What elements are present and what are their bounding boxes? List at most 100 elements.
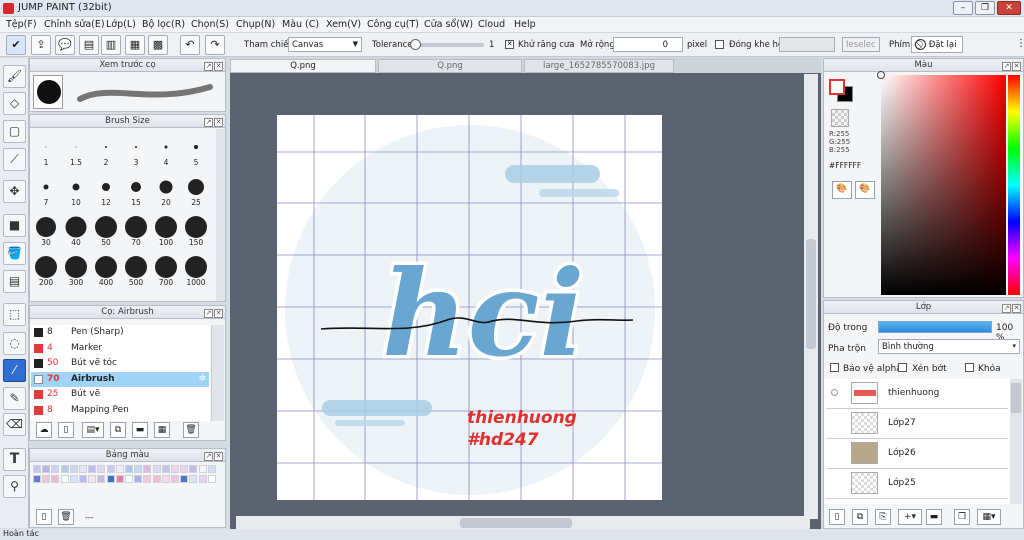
menu-color[interactable]: Màu (C) — [282, 19, 319, 30]
palette-swatch[interactable] — [79, 475, 87, 483]
brush-size-option[interactable]: 50 — [91, 211, 121, 249]
menu-tools[interactable]: Công cụ(T) — [367, 19, 419, 30]
menu-filter[interactable]: Bộ lọc(R) — [142, 19, 185, 30]
saturation-value-picker[interactable] — [877, 71, 1006, 295]
slider-handle[interactable] — [410, 39, 421, 50]
close-panel-icon[interactable]: ✕ — [214, 309, 223, 318]
palette-swatch[interactable] — [171, 475, 179, 483]
palette-swatch[interactable] — [97, 465, 106, 473]
palette-swatch[interactable] — [60, 475, 69, 483]
layer-scrollbar[interactable] — [1010, 379, 1022, 504]
move-tool-icon[interactable]: ✥ — [3, 180, 26, 203]
float-icon[interactable]: ↗ — [204, 309, 213, 318]
blend-mode-select[interactable]: Bình thường ▾ — [878, 339, 1020, 354]
palette-swatch[interactable] — [33, 465, 41, 473]
brush-size-option[interactable]: 2 — [91, 131, 121, 169]
hscroll-thumb[interactable] — [460, 518, 572, 528]
brush-size-option[interactable]: 200 — [31, 251, 61, 289]
reference-select[interactable]: Canvas ▼ — [288, 37, 362, 52]
layer-row[interactable]: Lớp26 — [826, 439, 1008, 469]
palette-swatch[interactable] — [161, 465, 170, 473]
brush-item[interactable]: 8 Pen (Sharp) — [31, 325, 209, 340]
artwork-canvas[interactable]: hci thienhuong #hd247 — [277, 115, 662, 500]
close-button[interactable]: ✕ — [997, 1, 1021, 15]
layer-options-icon[interactable]: ▦▾ — [977, 509, 1001, 525]
brush-size-option[interactable]: 12 — [91, 171, 121, 209]
brush-size-option[interactable]: 10 — [61, 171, 91, 209]
brush-menu-icon[interactable]: ▤▾ — [82, 422, 104, 438]
hue-slider[interactable] — [1008, 75, 1020, 295]
undo-icon[interactable]: ↶ — [180, 35, 200, 55]
palette-swatch[interactable] — [189, 475, 198, 483]
close-panel-icon[interactable]: ✕ — [214, 62, 223, 71]
tab-large-jpg[interactable]: large_1652785570083.jpg — [524, 59, 674, 73]
select-rect-tool-icon[interactable]: ▢ — [3, 120, 26, 143]
redo-icon[interactable]: ↷ — [205, 35, 225, 55]
share-icon[interactable]: ⇪ — [31, 35, 51, 55]
palette-swatch[interactable] — [115, 475, 124, 483]
lock-checkbox[interactable] — [965, 363, 974, 372]
gradient-tool-icon[interactable]: ▤ — [3, 270, 26, 293]
cloud-download-icon[interactable]: ☁ — [36, 422, 52, 438]
new-brush-icon[interactable]: ▯ — [58, 422, 74, 438]
brush-size-option[interactable]: 70 — [121, 211, 151, 249]
eraser-tool-icon[interactable]: ◇ — [3, 92, 26, 115]
menu-edit[interactable]: Chỉnh sửa(E) — [44, 19, 105, 30]
tolerance-slider[interactable] — [410, 39, 484, 50]
palette-swatch[interactable] — [152, 465, 161, 473]
brush-list-scrollbar[interactable] — [211, 325, 224, 421]
duplicate-layer-icon[interactable]: ⧉ — [852, 509, 868, 525]
float-icon[interactable]: ↗ — [204, 62, 213, 71]
palette-swatch[interactable] — [106, 475, 115, 483]
close-gap-input[interactable] — [779, 37, 835, 52]
color-picker-handle[interactable] — [877, 71, 885, 79]
menu-select[interactable]: Chọn(S) — [191, 19, 229, 30]
antialias-checkbox[interactable]: ✕ — [505, 40, 514, 49]
more-icon[interactable]: ⋮ — [1016, 38, 1024, 49]
brush-size-option[interactable]: 40 — [61, 211, 91, 249]
close-panel-icon[interactable]: ✕ — [1012, 304, 1021, 313]
menu-view[interactable]: Xem(V) — [326, 19, 361, 30]
brush-size-option[interactable]: 100 — [151, 211, 181, 249]
brush-size-option[interactable]: 30 — [31, 211, 61, 249]
brush-size-option[interactable]: 1000 — [181, 251, 211, 289]
brush-size-option[interactable]: 5 — [181, 131, 211, 169]
visibility-icon[interactable] — [831, 389, 838, 396]
palette-swatch[interactable] — [198, 465, 207, 473]
palette-swatch[interactable] — [115, 465, 124, 473]
canvas-vscrollbar[interactable] — [804, 74, 818, 519]
foreground-color-swatch[interactable] — [829, 79, 845, 95]
select-pen-tool-icon[interactable]: ✎ — [3, 387, 26, 410]
select-eraser-tool-icon[interactable]: ⌫ — [3, 413, 26, 436]
brush-item[interactable]: 50 Bút vẽ tóc — [31, 356, 209, 371]
expand-input[interactable]: 0 — [613, 37, 683, 52]
tab-q-png-2[interactable]: Q.png — [378, 59, 522, 73]
brush-size-option[interactable]: 20 — [151, 171, 181, 209]
menu-cloud[interactable]: Cloud — [478, 19, 505, 30]
line-tool-icon[interactable]: ⟋ — [3, 148, 26, 171]
palette-swatch[interactable] — [88, 475, 97, 483]
page-icon[interactable]: ▥ — [101, 35, 121, 55]
new-swatch-icon[interactable]: ▯ — [36, 509, 52, 525]
palette-swatch[interactable] — [97, 475, 106, 483]
palette-swatch[interactable] — [180, 475, 189, 483]
brush-item[interactable]: 8 Mapping Pen — [31, 403, 209, 418]
brush-size-option[interactable]: 300 — [61, 251, 91, 289]
menu-capture[interactable]: Chụp(N) — [236, 19, 275, 30]
maximize-button[interactable]: ❐ — [975, 1, 995, 15]
brush-item[interactable]: 70 Airbrush ✲ — [31, 371, 209, 387]
palette-swatch[interactable] — [51, 475, 60, 483]
brush-size-option[interactable]: 700 — [151, 251, 181, 289]
palette-swatch[interactable] — [69, 465, 78, 473]
palette-swatch[interactable] — [189, 465, 198, 473]
brush-item[interactable]: 25 Bút vẽ — [31, 387, 209, 402]
brush-size-option[interactable]: 500 — [121, 251, 151, 289]
palette-swatch[interactable] — [125, 465, 133, 473]
document-icon[interactable]: ▦ — [125, 35, 145, 55]
color-wheel-icon[interactable]: 🎨 — [832, 181, 852, 199]
palette-swatch[interactable] — [152, 475, 161, 483]
comment-icon[interactable]: 💬 — [55, 35, 75, 55]
float-icon[interactable]: ↗ — [1002, 62, 1011, 71]
tab-q-png-1[interactable]: Q.png — [230, 59, 376, 73]
palette-swatch[interactable] — [60, 465, 69, 473]
